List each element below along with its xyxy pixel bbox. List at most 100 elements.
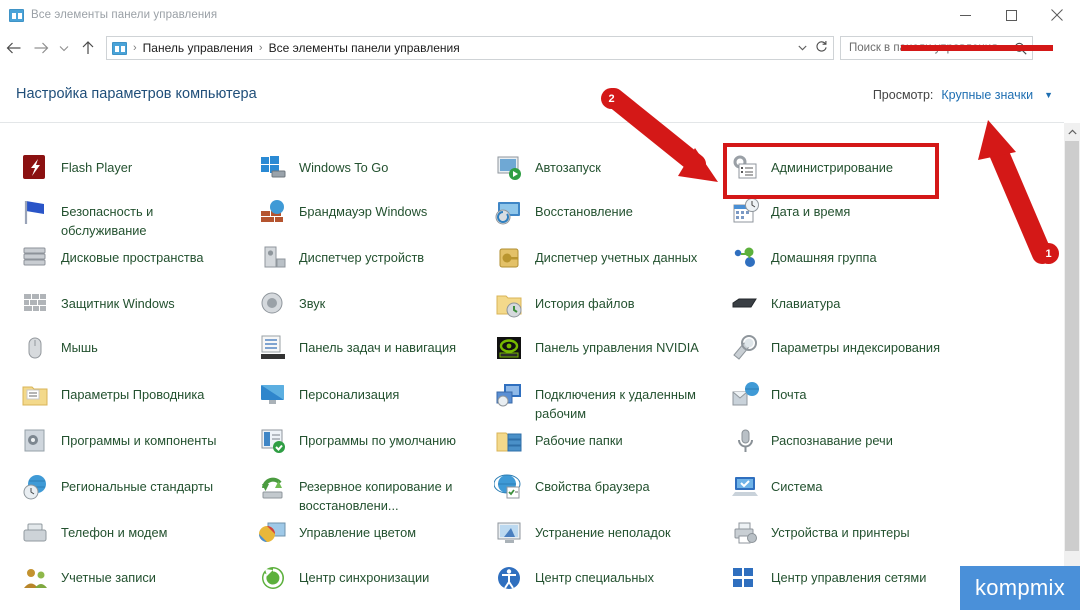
sync-center-icon — [258, 563, 288, 593]
back-arrow-icon[interactable] — [0, 33, 27, 63]
breadcrumb-item-0[interactable]: Панель управления — [143, 41, 253, 55]
control-panel-item[interactable]: Windows To Go — [258, 153, 388, 183]
control-panel-item-label: Распознавание речи — [771, 433, 893, 448]
control-panel-window: Все элементы панели управления › Панель … — [0, 0, 1080, 610]
device-manager-icon — [258, 243, 288, 273]
control-panel-item[interactable]: Диспетчер учетных данных — [494, 243, 697, 273]
homegroup-icon — [730, 243, 760, 273]
control-panel-item[interactable]: Панель управления NVIDIA — [494, 333, 699, 363]
control-panel-item[interactable]: Клавиатура — [730, 289, 840, 319]
control-panel-item-label: Мышь — [61, 340, 98, 355]
control-panel-item-label: Резервное копирование и восстановлени... — [299, 479, 453, 513]
control-panel-item[interactable]: Управление цветом — [258, 518, 416, 548]
troubleshooting-icon — [494, 518, 524, 548]
flash-player-icon — [20, 153, 50, 183]
control-panel-item-label: История файлов — [535, 296, 635, 311]
up-arrow-icon[interactable] — [74, 33, 101, 63]
title-bar: Все элементы панели управления — [0, 0, 1080, 30]
nvidia-control-panel-icon — [494, 333, 524, 363]
control-panel-item[interactable]: Программы и компоненты — [20, 426, 216, 456]
control-panel-item[interactable]: Персонализация — [258, 380, 399, 410]
taskbar-icon — [258, 333, 288, 363]
date-time-icon — [730, 197, 760, 227]
control-panel-item[interactable]: Резервное копирование и восстановлени... — [258, 472, 469, 515]
control-panel-item[interactable]: Система — [730, 472, 823, 502]
control-panel-item-label: Безопасность и обслуживание — [61, 204, 154, 238]
control-panel-item[interactable]: Центр управления сетями — [730, 563, 926, 593]
windows-defender-icon — [20, 289, 50, 319]
control-panel-item[interactable]: Программы по умолчанию — [258, 426, 456, 456]
scroll-up-chevron-up-icon[interactable] — [1064, 123, 1080, 140]
control-panel-item[interactable]: Почта — [730, 380, 807, 410]
refresh-icon[interactable] — [811, 40, 831, 56]
minimize-button[interactable] — [942, 0, 988, 30]
control-panel-item[interactable]: Брандмауэр Windows — [258, 197, 427, 227]
control-panel-item[interactable]: Мышь — [20, 333, 98, 363]
control-panel-item-label: Домашняя группа — [771, 250, 877, 265]
control-panel-item[interactable]: Панель задач и навигация — [258, 333, 456, 363]
control-panel-item[interactable]: Дисковые пространства — [20, 243, 204, 273]
view-value[interactable]: Крупные значки — [941, 88, 1033, 102]
control-panel-item[interactable]: Центр специальных — [494, 563, 654, 593]
color-management-icon — [258, 518, 288, 548]
control-panel-item[interactable]: Автозапуск — [494, 153, 601, 183]
control-panel-item-label: Windows To Go — [299, 160, 389, 175]
control-panel-item-label: Защитник Windows — [61, 296, 175, 311]
control-panel-item[interactable]: Телефон и модем — [20, 518, 167, 548]
mouse-icon — [20, 333, 50, 363]
control-panel-item-label: Автозапуск — [535, 160, 601, 175]
control-panel-item-label: Панель управления NVIDIA — [535, 340, 699, 355]
maximize-button[interactable] — [988, 0, 1034, 30]
control-panel-item[interactable]: Параметры Проводника — [20, 380, 204, 410]
control-panel-item[interactable]: Свойства браузера — [493, 472, 650, 502]
address-chevron-down-icon[interactable] — [793, 43, 811, 54]
control-panel-item[interactable]: Подключения к удаленным рабочим — [494, 380, 705, 423]
control-panel-item[interactable]: Flash Player — [20, 153, 132, 183]
view-label: Просмотр: — [872, 88, 934, 102]
devices-printers-icon — [730, 518, 760, 548]
control-panel-item-label: Программы по умолчанию — [299, 433, 456, 448]
control-panel-item[interactable]: Центр синхронизации — [258, 563, 429, 593]
recent-locations-chevron-down-icon[interactable] — [54, 33, 74, 63]
recovery-icon — [494, 197, 524, 227]
control-panel-item[interactable]: Безопасность и обслуживание — [20, 197, 231, 240]
control-panel-item[interactable]: Учетные записи — [20, 563, 156, 593]
system-icon — [730, 472, 760, 502]
phone-modem-icon — [20, 518, 50, 548]
control-panel-item[interactable]: Устройства и принтеры — [730, 518, 910, 548]
view-chevron-down-icon[interactable]: ▼ — [1044, 90, 1053, 100]
user-accounts-icon — [20, 563, 50, 593]
control-panel-item[interactable]: Устранение неполадок — [494, 518, 671, 548]
control-panel-item[interactable]: Распознавание речи — [730, 426, 893, 456]
control-panel-item[interactable]: Дата и время — [730, 197, 850, 227]
view-selector[interactable]: Просмотр: Крупные значки ▼ — [873, 88, 1053, 102]
control-panel-item[interactable]: Диспетчер устройств — [258, 243, 424, 273]
view-selector-underline — [901, 45, 1053, 51]
internet-options-icon — [493, 472, 524, 502]
control-panel-item-label: Центр специальных — [535, 570, 655, 585]
breadcrumb-separator-2: › — [258, 42, 263, 54]
control-panel-item[interactable]: Параметры индексирования — [730, 333, 940, 363]
programs-features-icon — [20, 426, 50, 456]
scrollbar-thumb[interactable] — [1065, 141, 1079, 551]
control-panel-item[interactable]: История файлов — [494, 289, 635, 319]
control-panel-item[interactable]: Защитник Windows — [20, 289, 175, 319]
control-panel-item[interactable]: Рабочие папки — [494, 426, 623, 456]
address-input[interactable]: › Панель управления › Все элементы панел… — [106, 36, 834, 60]
control-panel-item-label: Устранение неполадок — [535, 525, 671, 540]
control-panel-item[interactable]: Восстановление — [494, 197, 633, 227]
watermark-badge: kompmix — [960, 566, 1080, 610]
control-panel-item-label: Программы и компоненты — [61, 433, 217, 448]
close-button[interactable] — [1034, 0, 1080, 30]
control-panel-item-label: Телефон и модем — [61, 525, 168, 540]
control-panel-item-label: Звук — [299, 296, 326, 311]
control-panel-item[interactable]: Звук — [258, 289, 325, 319]
control-panel-item[interactable]: Региональные стандарты — [20, 472, 213, 502]
folder-options-icon — [20, 380, 50, 410]
control-panel-item-label: Дисковые пространства — [61, 250, 204, 265]
forward-arrow-icon[interactable] — [27, 33, 54, 63]
vertical-scrollbar[interactable] — [1064, 123, 1080, 610]
control-panel-item[interactable]: Домашняя группа — [730, 243, 877, 273]
control-panel-item-label: Панель задач и навигация — [299, 340, 457, 355]
breadcrumb-item-1[interactable]: Все элементы панели управления — [269, 41, 460, 55]
